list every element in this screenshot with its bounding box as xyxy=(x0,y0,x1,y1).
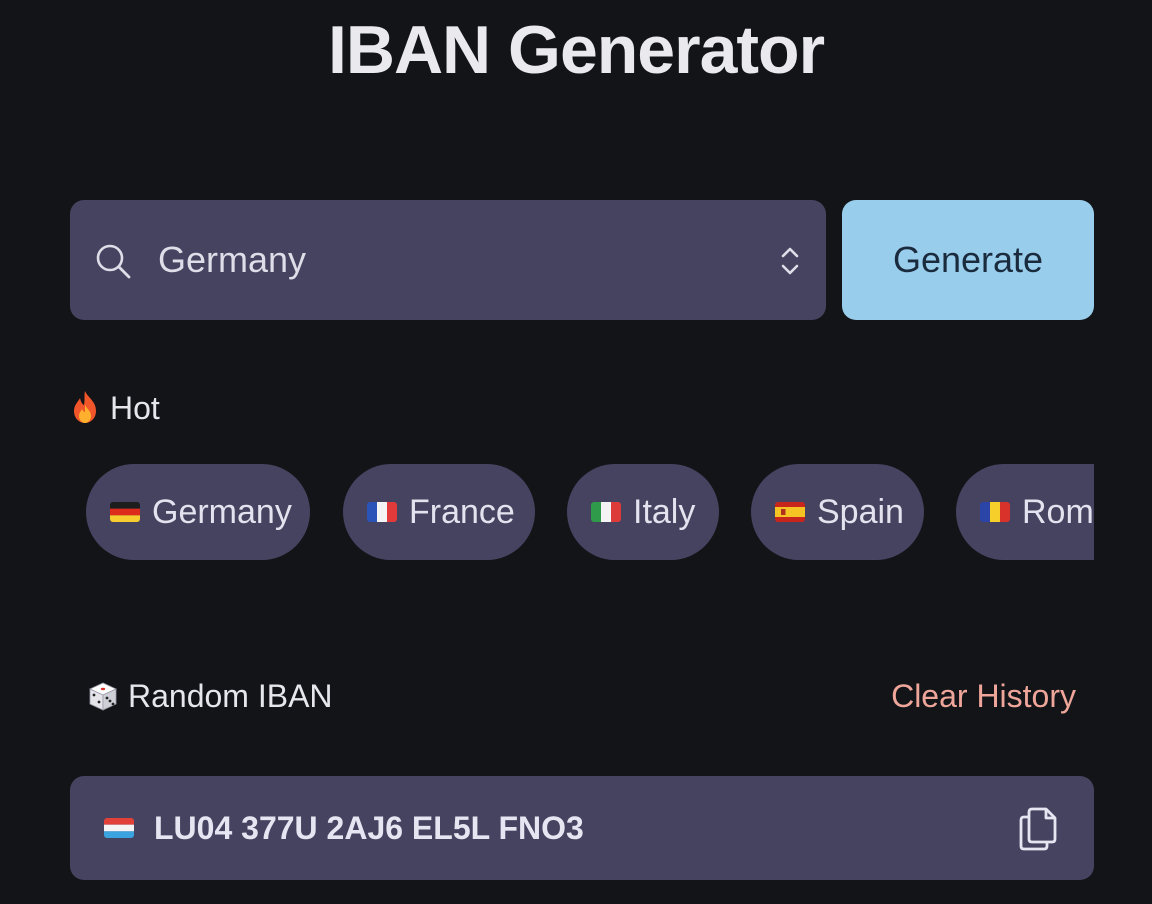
flag-ro-icon xyxy=(980,502,1010,522)
hot-label: Hot xyxy=(110,390,160,426)
iban-history-row[interactable]: LU04 377U 2AJ6 EL5L FNO3 xyxy=(70,776,1094,880)
generate-button[interactable]: Generate xyxy=(842,200,1094,320)
page-title: IBAN Generator xyxy=(327,12,825,88)
hot-country-list: Germany France Italy Spain Rom xyxy=(70,464,1094,560)
flag-de-icon xyxy=(110,502,140,522)
flag-lu-icon xyxy=(104,818,134,838)
chip-label: Roma xyxy=(1022,492,1094,531)
chip-label: France xyxy=(409,492,515,531)
chip-germany[interactable]: Germany xyxy=(86,464,310,560)
chip-label: Spain xyxy=(817,492,904,531)
chip-france[interactable]: France xyxy=(343,464,535,560)
clear-history-button[interactable]: Clear History xyxy=(891,676,1076,716)
flag-fr-icon xyxy=(367,502,397,522)
random-iban-label: Random IBAN xyxy=(128,678,333,714)
chevron-up-down-icon[interactable] xyxy=(776,242,804,280)
chip-label: Italy xyxy=(633,492,696,531)
chip-spain[interactable]: Spain xyxy=(751,464,924,560)
chip-label: Germany xyxy=(152,492,292,531)
flag-es-icon xyxy=(775,502,805,522)
hot-heading: Hot xyxy=(70,388,160,428)
dice-icon xyxy=(89,682,117,711)
chip-italy[interactable]: Italy xyxy=(567,464,719,560)
iban-value: LU04 377U 2AJ6 EL5L FNO3 xyxy=(154,810,584,846)
country-select-value[interactable]: Germany xyxy=(158,236,306,284)
search-icon xyxy=(96,244,131,279)
page: IBAN Generator Germany Generate Hot Germ… xyxy=(0,0,1152,904)
fire-icon xyxy=(74,391,96,423)
flag-it-icon xyxy=(591,502,621,522)
copy-icon[interactable] xyxy=(1018,806,1058,852)
random-iban-heading: Random IBAN xyxy=(86,676,333,716)
chip-romania[interactable]: Roma xyxy=(956,464,1094,560)
